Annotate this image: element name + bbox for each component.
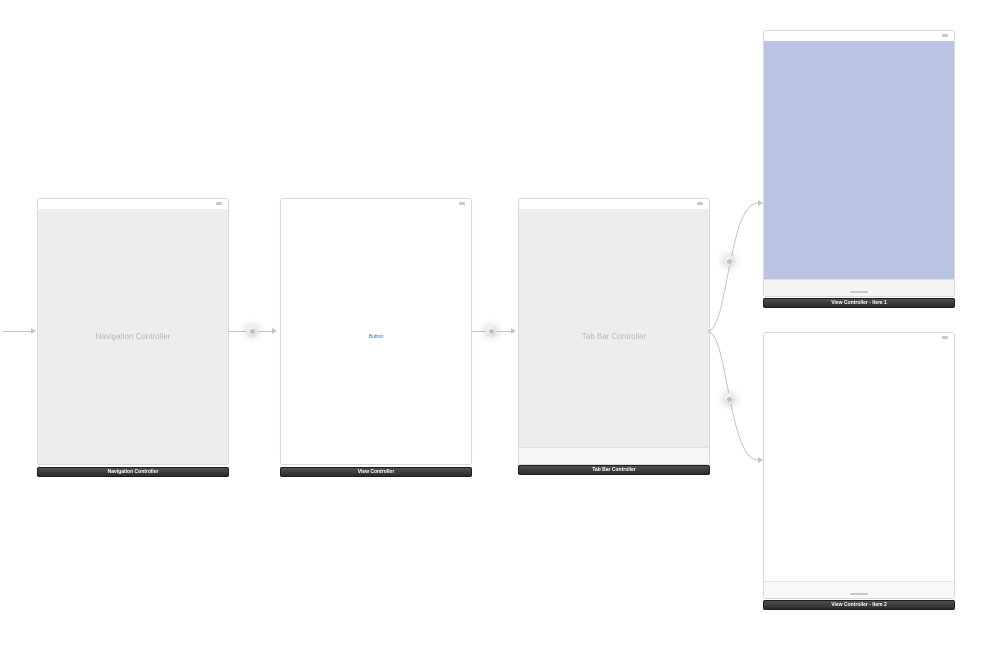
storyboard-canvas[interactable]: Navigation Controller Navigation Control… [0, 0, 985, 646]
segue-curve-item1 [708, 195, 763, 335]
scene-caption-tab-bar-controller[interactable]: Tab Bar Controller [518, 465, 710, 475]
caption-text: View Controller - Item 1 [831, 300, 886, 306]
scene-view-controller[interactable]: Button [280, 198, 470, 463]
segue-root-relationship-icon[interactable] [246, 325, 258, 337]
scene-view-controller-item1[interactable] [763, 30, 953, 295]
scene-navigation-controller[interactable]: Navigation Controller [37, 198, 227, 463]
segue-arrowhead-1 [272, 328, 277, 334]
caption-text: View Controller - Item 2 [831, 602, 886, 608]
segue-relationship-item2-icon[interactable] [723, 393, 735, 405]
scene-placeholder-label: Navigation Controller [96, 332, 171, 341]
tab-bar-area [764, 581, 954, 598]
segue-line-1b [258, 331, 272, 332]
scene-tab-bar-controller[interactable]: Tab Bar Controller [518, 198, 708, 463]
scene-body [764, 41, 954, 296]
scene-body: Tab Bar Controller [519, 209, 709, 464]
scene-body: Navigation Controller [38, 209, 228, 464]
tab-bar-area [764, 279, 954, 296]
caption-text: Navigation Controller [108, 469, 159, 475]
segue-line-2 [471, 331, 485, 332]
initial-segue-line [3, 331, 31, 332]
scene-placeholder-label: Tab Bar Controller [582, 332, 646, 341]
home-indicator [850, 593, 868, 595]
initial-segue-arrowhead [31, 328, 36, 334]
segue-show-icon[interactable] [485, 325, 497, 337]
segue-line-2b [497, 331, 511, 332]
scene-body [764, 343, 954, 598]
scene-view-controller-item2[interactable] [763, 332, 953, 597]
caption-text: Tab Bar Controller [592, 467, 636, 473]
segue-line-1 [228, 331, 246, 332]
scene-caption-item1[interactable]: View Controller - Item 1 [763, 298, 955, 308]
scene-caption-item2[interactable]: View Controller - Item 2 [763, 600, 955, 610]
caption-text: View Controller [358, 469, 395, 475]
segue-curve-item2 [708, 330, 763, 470]
scene-caption-navigation-controller[interactable]: Navigation Controller [37, 467, 229, 477]
segue-arrowhead-2 [511, 328, 516, 334]
scene-caption-view-controller[interactable]: View Controller [280, 467, 472, 477]
tab-bar-area [519, 447, 709, 464]
segue-relationship-item1-icon[interactable] [723, 255, 735, 267]
scene-body: Button [281, 209, 471, 464]
home-indicator [850, 291, 868, 293]
storyboard-button-element[interactable]: Button [369, 334, 383, 340]
